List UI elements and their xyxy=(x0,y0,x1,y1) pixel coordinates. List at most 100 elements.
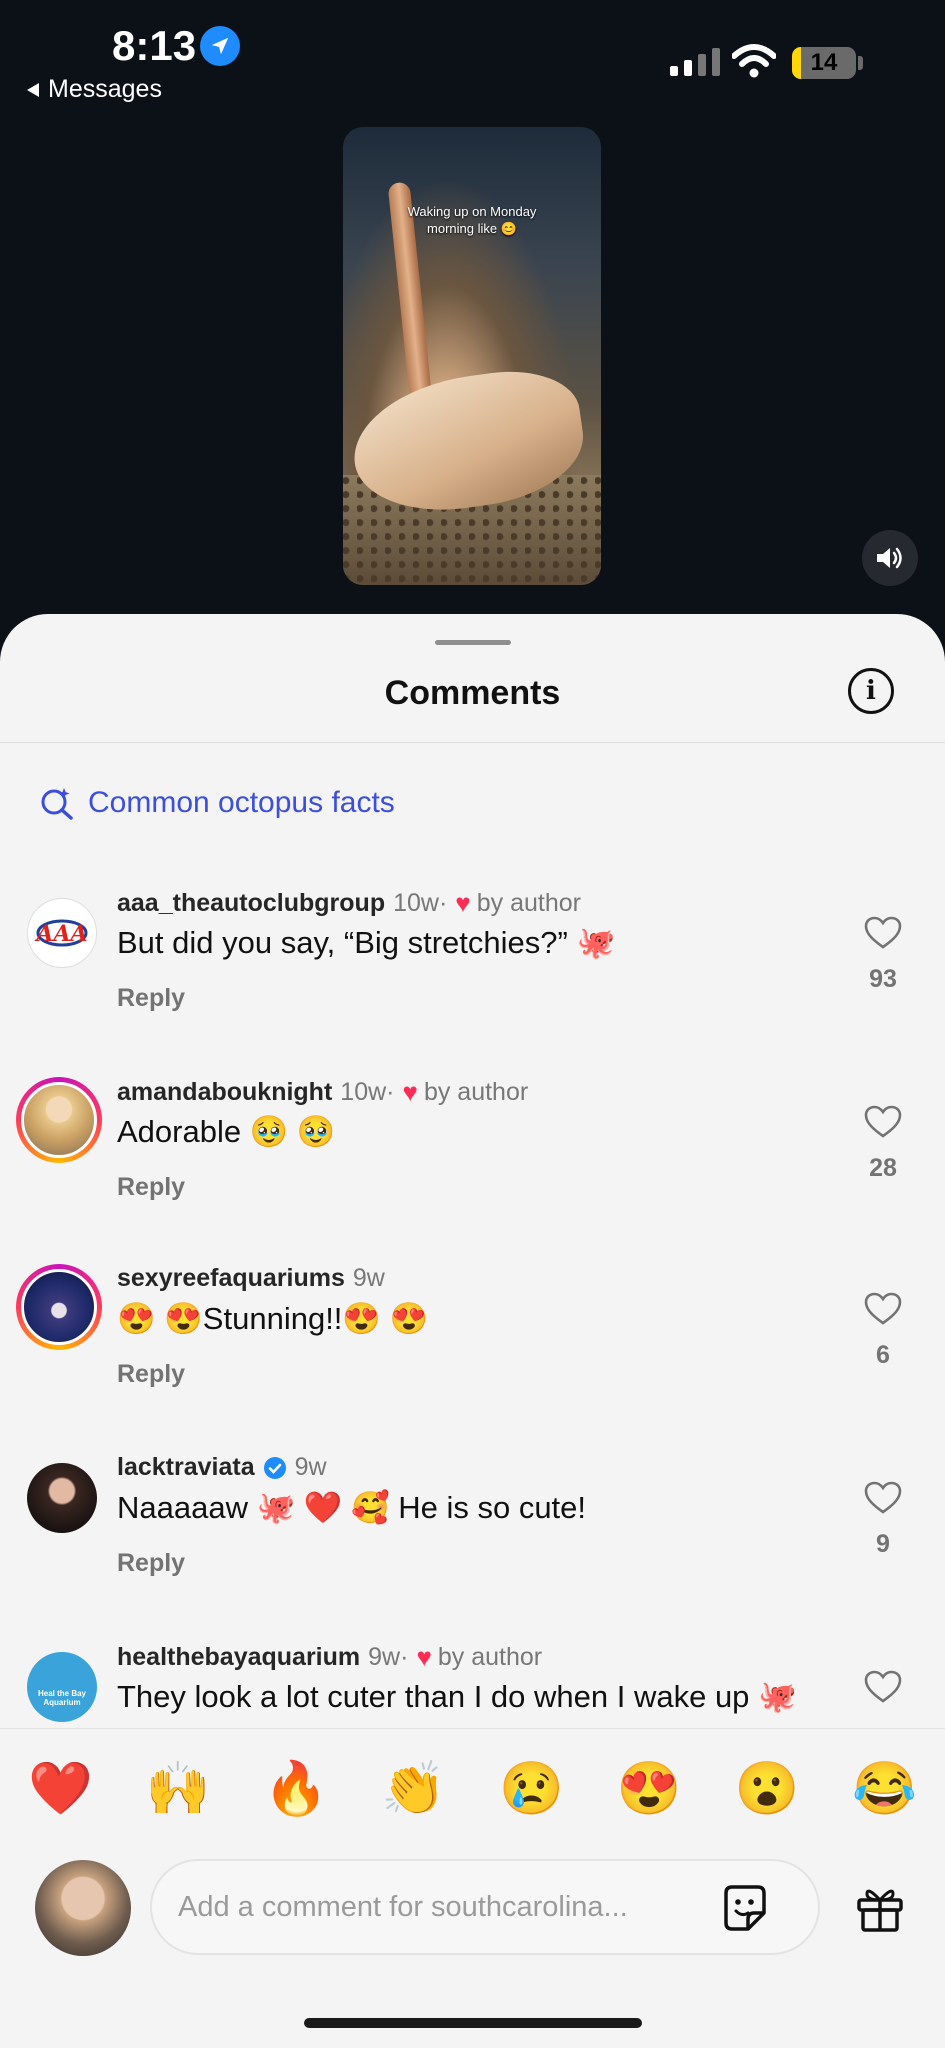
liked-by-author: by author xyxy=(437,1643,543,1671)
speaker-icon xyxy=(877,547,902,569)
comment-time: 10w xyxy=(340,1078,387,1106)
comment-time: 9w xyxy=(294,1453,327,1481)
reaction-clapping[interactable]: 👏 xyxy=(381,1758,446,1819)
comment-meta: sexyreefaquariums 9w xyxy=(117,1264,385,1293)
cellular-signal-icon xyxy=(670,48,720,76)
reaction-laughing[interactable]: 😂 xyxy=(852,1758,917,1819)
reply-button[interactable]: Reply xyxy=(117,1173,185,1202)
info-icon[interactable]: i xyxy=(848,668,894,714)
sound-toggle-button[interactable] xyxy=(862,530,918,586)
video-caption: Waking up on Monday morning like 😊 xyxy=(343,203,601,237)
home-indicator[interactable] xyxy=(304,2018,642,2028)
reaction-heart-eyes[interactable]: 😍 xyxy=(617,1758,682,1819)
comment-item: amandabouknight 10w · ♥ by author Adorabl… xyxy=(0,1077,945,1257)
suggestion-label: Common octopus facts xyxy=(88,786,395,819)
sheet-title: Comments xyxy=(384,674,561,712)
back-to-messages-link[interactable]: Messages xyxy=(26,75,162,104)
back-label: Messages xyxy=(48,75,162,103)
battery-tip xyxy=(858,56,863,70)
search-suggestion-link[interactable]: Common octopus facts xyxy=(40,786,395,820)
sheet-grabber[interactable] xyxy=(435,640,511,645)
comment-meta: aaa_theautoclubgroup 10w · ♥ by author xyxy=(117,888,581,918)
comment-item: lacktraviata 9w Naaaaaw 🐙 ❤️ 🥰 He is so … xyxy=(0,1453,945,1633)
heart-icon: ♥ xyxy=(402,1077,418,1107)
comment-meta: lacktraviata 9w xyxy=(117,1453,327,1482)
heal-the-bay-logo: Heal the Bay Aquarium xyxy=(37,1689,87,1707)
username[interactable]: healthebayaquarium xyxy=(117,1643,360,1672)
heart-icon: ♥ xyxy=(416,1642,432,1672)
profile-photo xyxy=(21,1269,97,1345)
reply-button[interactable]: Reply xyxy=(117,1360,185,1389)
comment-text: Naaaaaw 🐙 ❤️ 🥰 He is so cute! xyxy=(117,1490,587,1525)
avatar[interactable] xyxy=(16,1077,102,1163)
comment-time: 9w xyxy=(352,1264,385,1292)
like-count: 9 xyxy=(876,1530,890,1558)
status-bar: 8:13 Messages 14 xyxy=(0,0,945,120)
comment-meta: healthebayaquarium 9w · ♥ by author xyxy=(117,1642,543,1672)
avatar[interactable]: AAA xyxy=(27,898,97,968)
video-caption-line-1: Waking up on Monday xyxy=(407,204,537,219)
like-count: 6 xyxy=(876,1341,890,1369)
quick-reaction-bar: ❤️ 🙌 🔥 👏 😢 😍 😮 😂 xyxy=(0,1728,945,1848)
comment-text: But did you say, “Big stretchies?” 🐙 xyxy=(117,925,616,960)
reaction-surprised[interactable]: 😮 xyxy=(735,1758,800,1819)
clock: 8:13 xyxy=(112,22,197,69)
like-button[interactable]: 9 xyxy=(860,1481,906,1559)
comment-item: Heal the Bay Aquarium healthebayaquarium… xyxy=(0,1642,945,1728)
comment-input[interactable]: Add a comment for southcarolina... xyxy=(150,1859,820,1955)
sparkle-search-icon xyxy=(41,788,73,820)
liked-by-author: by author xyxy=(423,1078,529,1106)
heart-icon: ♥ xyxy=(455,888,471,918)
comment-meta: amandabouknight 10w · ♥ by author xyxy=(117,1077,529,1107)
gift-icon[interactable] xyxy=(855,1886,905,1932)
username[interactable]: sexyreefaquariums xyxy=(117,1264,345,1293)
like-button[interactable]: 93 xyxy=(860,916,906,994)
sticker-icon[interactable] xyxy=(720,1883,770,1933)
like-button[interactable]: 28 xyxy=(860,1105,906,1183)
comment-composer: Add a comment for southcarolina... xyxy=(0,1848,945,2048)
heart-outline-icon xyxy=(864,1105,902,1138)
reaction-fire[interactable]: 🔥 xyxy=(264,1758,329,1819)
heart-outline-icon xyxy=(864,1670,902,1703)
verified-badge-icon xyxy=(263,1456,286,1479)
like-button[interactable]: 6 xyxy=(860,1292,906,1370)
reply-button[interactable]: Reply xyxy=(117,984,185,1013)
heart-outline-icon xyxy=(864,916,902,949)
svg-text:AAA: AAA xyxy=(34,921,87,947)
avatar[interactable] xyxy=(27,1463,97,1533)
comment-text: 😍 😍Stunning!!😍 😍 xyxy=(117,1301,429,1336)
reaction-crying[interactable]: 😢 xyxy=(499,1758,564,1819)
my-avatar xyxy=(35,1860,131,1956)
comment-text: Adorable 🥹 🥹 xyxy=(117,1114,336,1149)
profile-photo xyxy=(21,1082,97,1158)
header-divider xyxy=(0,742,945,743)
reaction-raised-hands[interactable]: 🙌 xyxy=(146,1758,211,1819)
username[interactable]: amandabouknight xyxy=(117,1078,332,1107)
aaa-logo-icon: AAA xyxy=(34,919,88,947)
avatar[interactable] xyxy=(16,1264,102,1350)
username[interactable]: aaa_theautoclubgroup xyxy=(117,889,385,918)
like-button[interactable] xyxy=(860,1670,906,1709)
like-count: 28 xyxy=(869,1154,897,1182)
battery-icon: 14 xyxy=(792,47,856,79)
reaction-heart[interactable]: ❤️ xyxy=(28,1758,93,1819)
battery-percent: 14 xyxy=(810,49,838,76)
avatar[interactable]: Heal the Bay Aquarium xyxy=(27,1652,97,1722)
back-triangle-icon xyxy=(27,82,39,97)
comment-text: They look a lot cuter than I do when I w… xyxy=(117,1679,797,1714)
comment-time: 9w xyxy=(368,1643,401,1671)
location-arrow-icon xyxy=(200,26,240,66)
comment-time: 10w xyxy=(393,889,439,917)
video-caption-line-2: morning like 😊 xyxy=(427,221,517,236)
wifi-icon xyxy=(731,44,777,83)
comment-item: sexyreefaquariums 9w 😍 😍Stunning!!😍 😍 Re… xyxy=(0,1264,945,1444)
heart-outline-icon xyxy=(864,1292,902,1325)
username[interactable]: lacktraviata xyxy=(117,1453,255,1482)
liked-by-author: by author xyxy=(476,889,581,917)
comment-placeholder: Add a comment for southcarolina... xyxy=(178,1891,628,1923)
reply-button[interactable]: Reply xyxy=(117,1549,185,1578)
heart-outline-icon xyxy=(864,1481,902,1514)
like-count: 93 xyxy=(869,965,897,993)
reel-video-thumbnail[interactable]: Waking up on Monday morning like 😊 xyxy=(343,127,601,585)
comment-item: AAA aaa_theautoclubgroup 10w · ♥ by autho… xyxy=(0,888,945,1068)
